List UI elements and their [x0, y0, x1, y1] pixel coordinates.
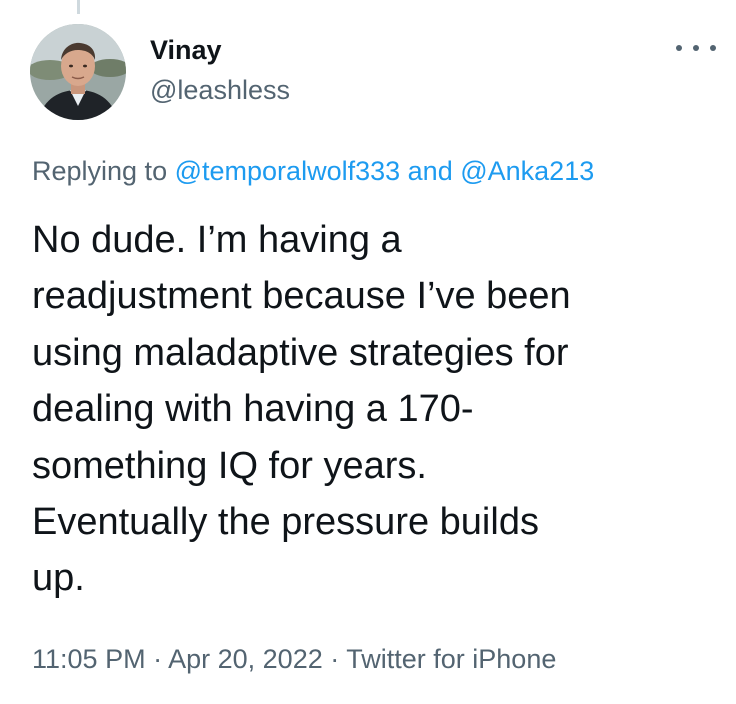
tweet-text-line: Eventually the pressure builds: [32, 501, 539, 544]
author-handle[interactable]: @leashless: [150, 74, 290, 106]
tweet-text-line: up.: [32, 557, 85, 600]
tweet-text-line: readjustment because I’ve been: [32, 275, 571, 318]
meta-separator: ·: [153, 644, 163, 674]
more-dot: [693, 45, 699, 51]
tweet-source[interactable]: Twitter for iPhone: [346, 644, 556, 674]
tweet-metadata: 11:05 PM · Apr 20, 2022 · Twitter for iP…: [32, 642, 556, 676]
avatar[interactable]: [30, 24, 126, 120]
more-horizontal-icon: [676, 45, 682, 51]
profile-photo: [30, 24, 126, 120]
more-options-button[interactable]: [676, 38, 716, 58]
mention-link-temporalwolf333[interactable]: @temporalwolf333: [175, 156, 401, 186]
meta-separator: ·: [330, 644, 340, 674]
tweet-time[interactable]: 11:05 PM: [32, 644, 146, 674]
tweet-date[interactable]: Apr 20, 2022: [168, 644, 323, 674]
tweet-text-line: something IQ for years.: [32, 444, 427, 487]
thread-connector-line: [77, 0, 80, 14]
tweet-text-line: dealing with having a 170-: [32, 388, 474, 431]
mention-conjunction[interactable]: and: [408, 156, 453, 186]
tweet-text-line: using maladaptive strategies for: [32, 331, 569, 374]
replying-to-line: Replying to @temporalwolf333 and @Anka21…: [32, 154, 594, 188]
more-dot: [710, 45, 716, 51]
author-display-name[interactable]: Vinay: [150, 34, 222, 66]
replying-to-label: Replying to: [32, 156, 168, 186]
mention-link-anka213[interactable]: @Anka213: [460, 156, 594, 186]
tweet-text: No dude. I’m having a readjustment becau…: [32, 212, 722, 607]
tweet-text-line: No dude. I’m having a: [32, 219, 402, 261]
